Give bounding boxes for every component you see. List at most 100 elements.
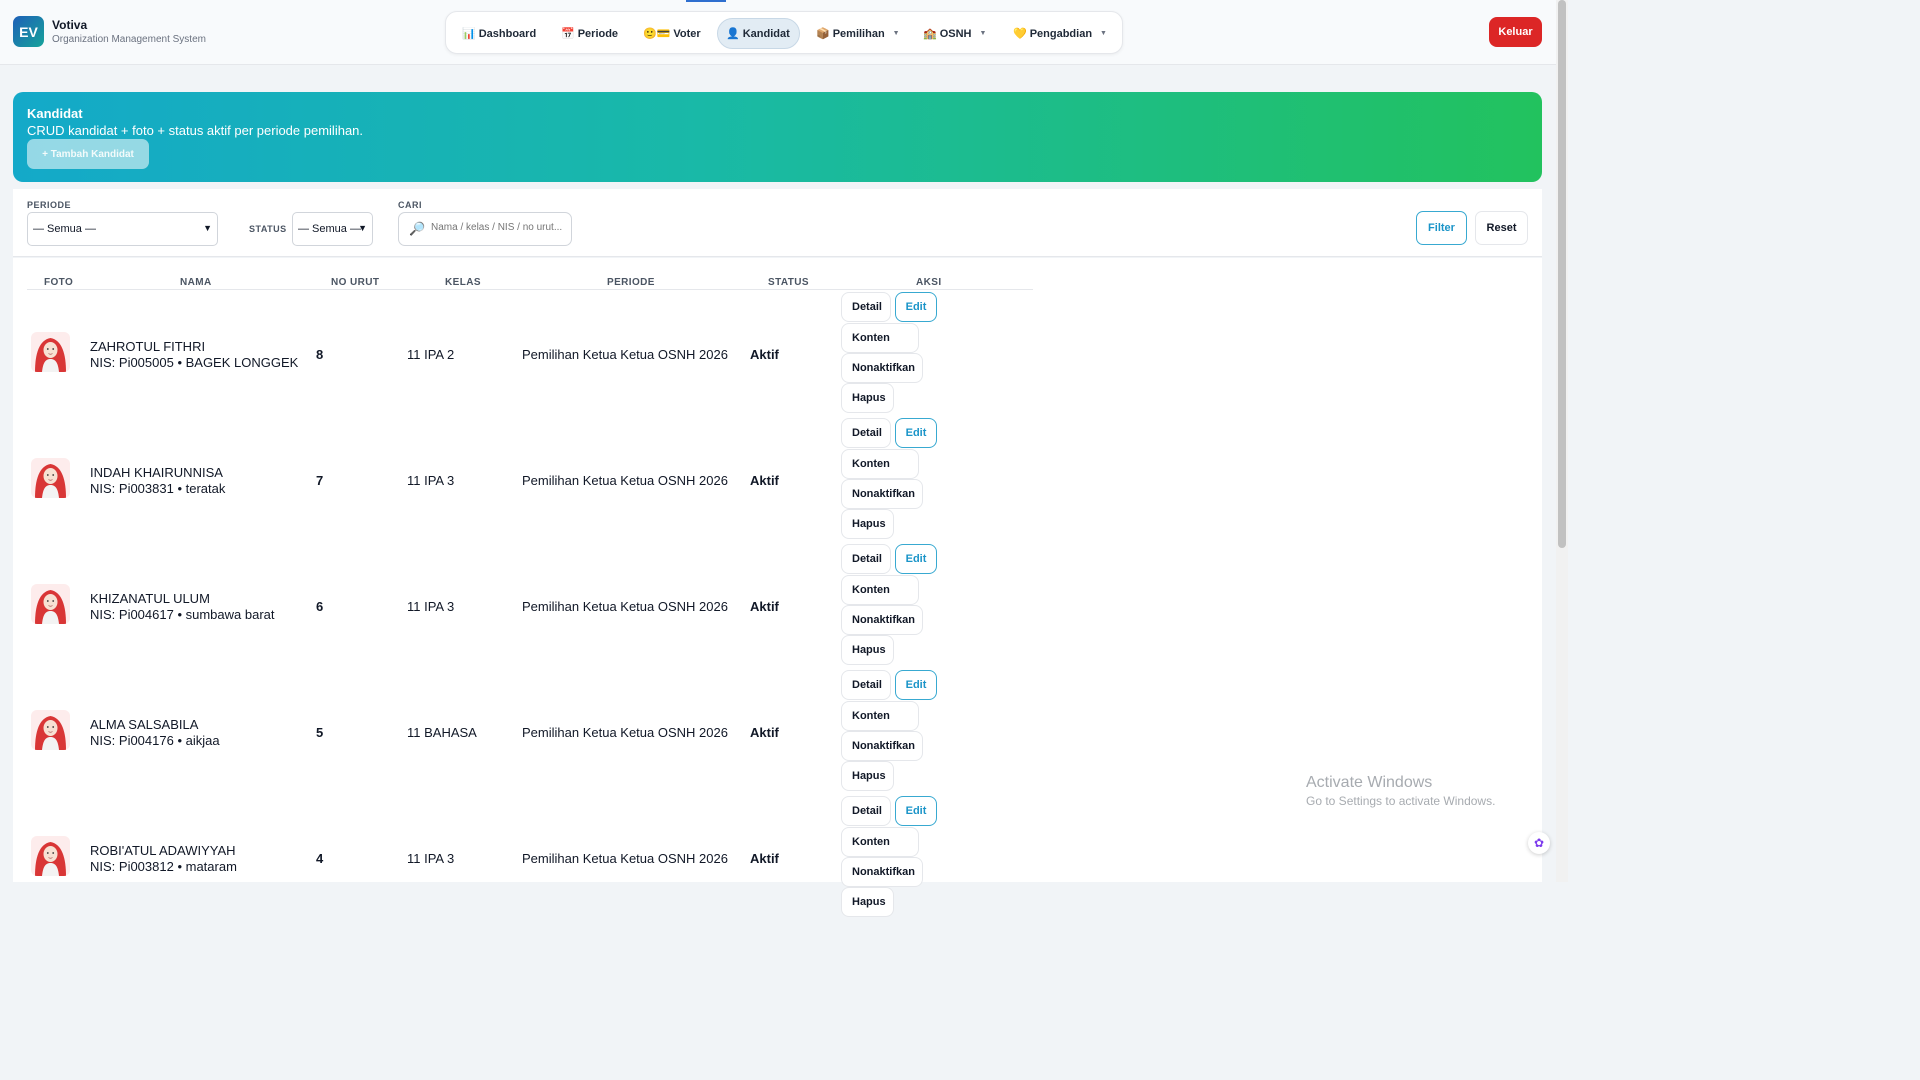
nonaktifkan-button[interactable]: Nonaktifkan bbox=[841, 479, 923, 509]
page-subtitle: CRUD kandidat + foto + status aktif per … bbox=[27, 123, 364, 138]
add-candidate-button[interactable]: + Tambah Kandidat bbox=[27, 139, 149, 169]
detail-button[interactable]: Detail bbox=[841, 670, 891, 700]
app-subtitle: Organization Management System bbox=[52, 34, 206, 45]
nonaktifkan-button[interactable]: Nonaktifkan bbox=[841, 353, 923, 383]
status-label: STATUS bbox=[249, 224, 287, 234]
candidate-no-urut: 6 bbox=[316, 599, 324, 614]
heart-icon: 💛 bbox=[1013, 28, 1027, 40]
detail-button[interactable]: Detail bbox=[841, 418, 891, 448]
hapus-button[interactable]: Hapus bbox=[841, 887, 894, 917]
candidate-periode: Pemilihan Ketua Ketua OSNH 2026 bbox=[522, 473, 728, 488]
candidate-no-urut: 7 bbox=[316, 473, 324, 488]
periode-select-value: — Semua — bbox=[33, 223, 96, 235]
nonaktifkan-button[interactable]: Nonaktifkan bbox=[841, 857, 923, 887]
nav-label: Periode bbox=[577, 27, 619, 40]
candidate-status: Aktif bbox=[750, 725, 779, 740]
candidate-status: Aktif bbox=[750, 347, 779, 362]
nav-label: Pemilihan bbox=[832, 27, 885, 40]
candidate-nis: NIS: Pi004617 • sumbawa barat bbox=[90, 607, 275, 622]
candidate-photo bbox=[31, 836, 70, 876]
candidate-status: Aktif bbox=[750, 473, 779, 488]
candidate-periode: Pemilihan Ketua Ketua OSNH 2026 bbox=[522, 725, 728, 740]
filter-button[interactable]: Filter bbox=[1416, 211, 1467, 245]
page-title: Kandidat bbox=[27, 106, 83, 121]
table-row: ALMA SALSABILA NIS: Pi004176 • aikjaa 5 11 … bbox=[13, 670, 1113, 796]
nav-periode[interactable]: 📅 Periode bbox=[553, 18, 626, 49]
candidate-name: ALMA SALSABILA bbox=[90, 717, 199, 732]
search-box: 🔎 bbox=[398, 212, 572, 246]
header-divider bbox=[27, 289, 1033, 290]
nav-dashboard[interactable]: 📊 Dashboard bbox=[454, 18, 544, 49]
search-input[interactable] bbox=[431, 222, 569, 233]
app-logo[interactable]: EV bbox=[13, 16, 44, 47]
nav-voter[interactable]: 🙂💳 Voter bbox=[635, 18, 709, 49]
edit-button[interactable]: Edit bbox=[895, 418, 937, 448]
periode-select[interactable]: — Semua — ▼ bbox=[27, 212, 218, 246]
edit-button[interactable]: Edit bbox=[895, 796, 937, 826]
nav-osnh[interactable]: 🏫 OSNH ▼ bbox=[915, 18, 994, 49]
konten-button[interactable]: Konten bbox=[841, 323, 919, 353]
calendar-icon: 📅 bbox=[561, 28, 575, 40]
detail-button[interactable]: Detail bbox=[841, 796, 891, 826]
candidate-kelas: 11 IPA 3 bbox=[407, 599, 455, 614]
reset-button[interactable]: Reset bbox=[1475, 211, 1528, 245]
header-kelas: KELAS bbox=[445, 277, 481, 288]
nav-pemilihan[interactable]: 📦 Pemilihan ▼ bbox=[808, 18, 908, 49]
box-icon: 📦 bbox=[816, 28, 830, 40]
voter-card-icon: 🙂💳 bbox=[643, 28, 671, 40]
header-foto: FOTO bbox=[44, 277, 74, 288]
search-icon: 🔎 bbox=[409, 221, 426, 236]
nav-label: Voter bbox=[673, 27, 701, 40]
candidate-kelas: 11 BAHASA bbox=[407, 725, 477, 740]
search-label: CARI bbox=[398, 200, 422, 210]
candidate-name: INDAH KHAIRUNNISA bbox=[90, 465, 223, 480]
school-icon: 🏫 bbox=[923, 28, 937, 40]
candidate-kelas: 11 IPA 3 bbox=[407, 473, 455, 488]
status-select[interactable]: — Semua — ▼ bbox=[292, 212, 373, 246]
table-row: KHIZANATUL ULUM NIS: Pi004617 • sumbawa b… bbox=[13, 544, 1113, 670]
candidate-photo bbox=[31, 458, 70, 498]
watermark-subtitle: Go to Settings to activate Windows. bbox=[1306, 794, 1496, 808]
candidate-periode: Pemilihan Ketua Ketua OSNH 2026 bbox=[522, 347, 728, 362]
konten-button[interactable]: Konten bbox=[841, 701, 919, 731]
table-row: ROBI'ATUL ADAWIYYAH NIS: Pi003812 • matar… bbox=[13, 796, 1113, 922]
candidate-photo bbox=[31, 584, 70, 624]
candidate-name: ROBI'ATUL ADAWIYYAH bbox=[90, 843, 236, 858]
candidate-kelas: 11 IPA 2 bbox=[407, 347, 455, 362]
nonaktifkan-button[interactable]: Nonaktifkan bbox=[841, 605, 923, 635]
header-aksi: AKSI bbox=[916, 277, 942, 288]
nav-kandidat[interactable]: 👤 Kandidat bbox=[717, 18, 800, 49]
edit-button[interactable]: Edit bbox=[895, 292, 937, 322]
nav-label: Kandidat bbox=[742, 27, 790, 40]
nav-pengabdian[interactable]: 💛 Pengabdian ▼ bbox=[1005, 18, 1115, 49]
hapus-button[interactable]: Hapus bbox=[841, 383, 894, 413]
detail-button[interactable]: Detail bbox=[841, 292, 891, 322]
candidate-status: Aktif bbox=[750, 851, 779, 866]
hapus-button[interactable]: Hapus bbox=[841, 761, 894, 791]
candidate-no-urut: 4 bbox=[316, 851, 324, 866]
assistant-icon[interactable]: ✿ bbox=[1528, 832, 1550, 854]
konten-button[interactable]: Konten bbox=[841, 827, 919, 857]
detail-button[interactable]: Detail bbox=[841, 544, 891, 574]
page-banner: Kandidat CRUD kandidat + foto + status a… bbox=[13, 92, 1542, 182]
chevron-down-icon: ▼ bbox=[358, 223, 367, 233]
person-icon: 👤 bbox=[726, 28, 740, 40]
hapus-button[interactable]: Hapus bbox=[841, 509, 894, 539]
chevron-down-icon: ▼ bbox=[892, 30, 900, 37]
edit-button[interactable]: Edit bbox=[895, 670, 937, 700]
candidate-periode: Pemilihan Ketua Ketua OSNH 2026 bbox=[522, 599, 728, 614]
hapus-button[interactable]: Hapus bbox=[841, 635, 894, 665]
status-select-value: — Semua — bbox=[298, 223, 361, 235]
candidate-no-urut: 5 bbox=[316, 725, 324, 740]
app-name: Votiva bbox=[52, 18, 88, 32]
chevron-down-icon: ▼ bbox=[1100, 30, 1107, 37]
candidate-name: ZAHROTUL FITHRI bbox=[90, 339, 206, 354]
scrollbar-thumb[interactable] bbox=[1558, 0, 1566, 548]
candidate-photo bbox=[31, 710, 70, 750]
logout-button[interactable]: Keluar bbox=[1489, 17, 1542, 47]
konten-button[interactable]: Konten bbox=[841, 449, 919, 479]
edit-button[interactable]: Edit bbox=[895, 544, 937, 574]
nonaktifkan-button[interactable]: Nonaktifkan bbox=[841, 731, 923, 761]
main-nav: 📊 Dashboard 📅 Periode 🙂💳 Voter 👤 Kandida… bbox=[445, 11, 1123, 54]
konten-button[interactable]: Konten bbox=[841, 575, 919, 605]
